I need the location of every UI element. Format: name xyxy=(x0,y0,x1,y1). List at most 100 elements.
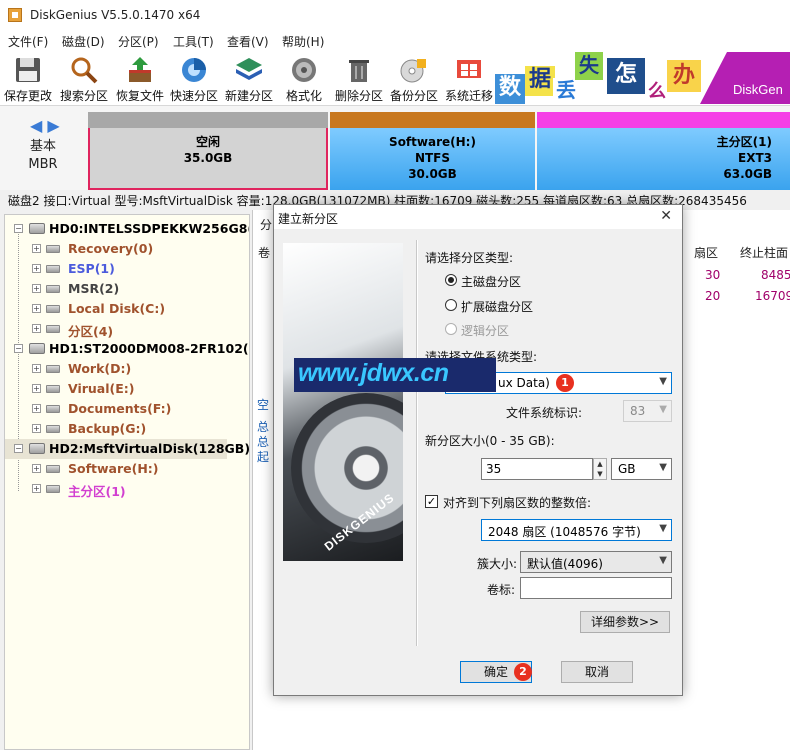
partition-block-software[interactable]: Software(H:) NTFS 30.0GB xyxy=(330,112,535,190)
partition-icon xyxy=(46,425,60,433)
tab-partitions[interactable]: 分 xyxy=(260,216,272,233)
fs-id-label: 文件系统标识: xyxy=(506,406,583,420)
spin-up-icon[interactable]: ▲ xyxy=(594,459,606,469)
expand-icon[interactable]: + xyxy=(32,424,41,433)
expand-icon[interactable]: + xyxy=(32,264,41,273)
hdd-platter xyxy=(291,393,403,543)
expand-icon[interactable]: + xyxy=(32,244,41,253)
trash-icon xyxy=(349,60,369,82)
cluster-size-label: 簇大小: xyxy=(477,557,518,571)
menu-tools[interactable]: 工具(T) xyxy=(173,33,214,50)
menu-disk[interactable]: 磁盘(D) xyxy=(62,33,105,50)
dialog-title: 建立新分区 xyxy=(278,212,339,226)
format-button[interactable]: 格式化 xyxy=(276,52,332,104)
size-stepper[interactable]: ▲ ▼ xyxy=(593,458,607,480)
banner-brand: DiskGen xyxy=(733,82,783,97)
restore-files-button[interactable]: 恢复文件 xyxy=(112,52,168,104)
logical-partition-label: 逻辑分区 xyxy=(461,324,510,338)
delete-partition-button[interactable]: 删除分区 xyxy=(331,52,387,104)
primary-partition-radio[interactable] xyxy=(445,274,457,286)
collapse-icon[interactable]: − xyxy=(14,224,23,233)
hard-disk-icon xyxy=(29,343,45,354)
disk-nav-arrows[interactable]: ◀ ▶ xyxy=(30,116,60,135)
app-icon xyxy=(8,8,22,22)
banner-char: 怎 xyxy=(607,58,645,94)
partition-block-primary[interactable]: 主分区(1) EXT3 63.0GB xyxy=(537,112,790,190)
layers-icon xyxy=(236,58,262,80)
column-header-volume[interactable]: 卷 xyxy=(258,244,270,261)
align-sectors-select[interactable]: 2048 扇区 (1048576 字节) ▼ xyxy=(481,519,672,541)
dialog-titlebar: 建立新分区 ✕ xyxy=(274,205,682,229)
partition-icon xyxy=(46,365,60,373)
backup-disc-icon xyxy=(400,59,426,83)
chevron-down-icon: ▼ xyxy=(659,462,667,473)
volume-label-input[interactable] xyxy=(520,577,672,599)
partition-icon xyxy=(46,265,60,273)
expand-icon[interactable]: + xyxy=(32,404,41,413)
size-unit-select[interactable]: GB ▼ xyxy=(611,458,672,480)
hard-disk-icon xyxy=(29,223,45,234)
expand-icon[interactable]: + xyxy=(32,284,41,293)
partition-icon xyxy=(46,325,60,333)
system-migration-button[interactable]: 系统迁移 xyxy=(441,52,497,104)
align-checkbox[interactable]: ✓ xyxy=(425,495,438,508)
primary-partition-label[interactable]: 主磁盘分区 xyxy=(461,273,521,290)
save-disk-icon xyxy=(16,58,40,82)
expand-icon[interactable]: + xyxy=(32,304,41,313)
disk-type: 基本 MBR xyxy=(28,139,58,172)
partition-icon xyxy=(46,465,60,473)
expand-icon[interactable]: + xyxy=(32,384,41,393)
menu-view[interactable]: 查看(V) xyxy=(227,33,269,50)
expand-icon[interactable]: + xyxy=(32,484,41,493)
new-partition-button[interactable]: 新建分区 xyxy=(221,52,277,104)
expand-icon[interactable]: + xyxy=(32,324,41,333)
size-label: 新分区大小(0 - 35 GB): xyxy=(425,434,555,448)
expand-icon[interactable]: + xyxy=(32,464,41,473)
close-icon[interactable]: ✕ xyxy=(660,208,672,224)
expand-icon[interactable]: + xyxy=(32,364,41,373)
column-header-sector[interactable]: 扇区 xyxy=(694,244,718,261)
partition-icon xyxy=(46,245,60,253)
banner-char: 数 xyxy=(495,74,525,104)
dialog-divider xyxy=(416,240,418,646)
spin-down-icon[interactable]: ▼ xyxy=(594,469,606,479)
menu-bar: 文件(F) 磁盘(D) 分区(P) 工具(T) 查看(V) 帮助(H) xyxy=(0,30,790,50)
cancel-button[interactable]: 取消 xyxy=(561,661,633,683)
backup-partition-button[interactable]: 备份分区 xyxy=(386,52,442,104)
partition-icon xyxy=(46,405,60,413)
collapse-icon[interactable]: − xyxy=(14,444,23,453)
disk-map: ◀ ▶ 基本 MBR 空闲 35.0GB Software(H:) NTFS 3… xyxy=(0,106,790,190)
partition-icon xyxy=(46,485,60,493)
partition-icon xyxy=(46,385,60,393)
extended-partition-radio[interactable] xyxy=(445,299,457,311)
save-changes-button[interactable]: 保存更改 xyxy=(0,52,56,104)
align-label[interactable]: 对齐到下列扇区数的整数倍: xyxy=(443,494,591,511)
banner-char: 丢 xyxy=(553,78,579,104)
partition-block-free[interactable]: 空闲 35.0GB xyxy=(88,112,328,190)
column-header-end-cylinder[interactable]: 终止柱面 xyxy=(740,244,788,261)
chevron-down-icon: ▼ xyxy=(659,555,667,566)
search-partition-button[interactable]: 搜索分区 xyxy=(56,52,112,104)
detail-label: 空 xyxy=(257,398,270,412)
advanced-params-button[interactable]: 详细参数>> xyxy=(580,611,670,633)
menu-help[interactable]: 帮助(H) xyxy=(282,33,324,50)
hard-disk-icon xyxy=(29,443,45,454)
menu-partition[interactable]: 分区(P) xyxy=(118,33,159,50)
menu-file[interactable]: 文件(F) xyxy=(8,33,48,50)
hard-drive-illustration: DISKGENIUS xyxy=(283,243,403,561)
partition-icon xyxy=(46,285,60,293)
tree-item-hd2[interactable]: − HD2:MsftVirtualDisk(128GB) xyxy=(5,439,249,459)
table-cell: 16709 xyxy=(755,289,790,303)
quick-partition-button[interactable]: 快速分区 xyxy=(166,52,222,104)
partition-icon xyxy=(46,305,60,313)
banner-char: 办 xyxy=(667,60,701,92)
collapse-icon[interactable]: − xyxy=(14,344,23,353)
partition-size-input[interactable]: 35 xyxy=(481,458,593,480)
chevron-down-icon: ▼ xyxy=(659,376,667,387)
banner-char: 么 xyxy=(645,82,669,104)
format-gear-icon xyxy=(292,58,316,82)
logical-partition-radio xyxy=(445,323,457,335)
cluster-size-select[interactable]: 默认值(4096) ▼ xyxy=(520,551,672,573)
extended-partition-label[interactable]: 扩展磁盘分区 xyxy=(461,298,533,315)
table-cell: 30 xyxy=(705,268,721,282)
